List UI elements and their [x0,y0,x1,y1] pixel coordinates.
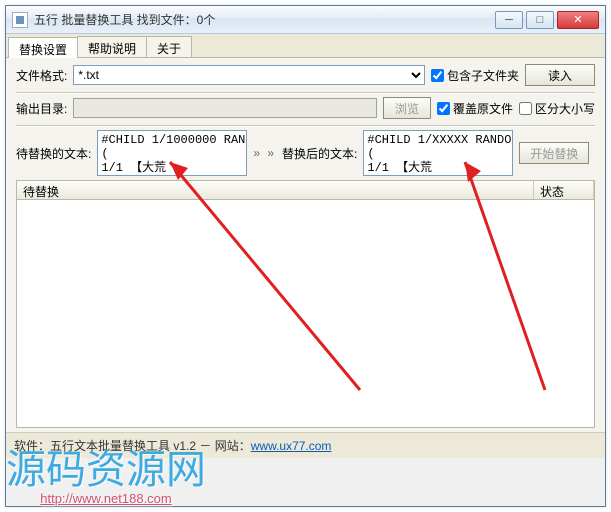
include-subfolders-label: 包含子文件夹 [447,67,519,84]
include-subfolders-input[interactable] [431,69,444,82]
output-dir-label: 输出目录: [16,100,67,117]
file-format-row: 文件格式: *.txt 包含子文件夹 读入 [16,64,595,86]
before-textarea[interactable]: #CHILD 1/1000000 RANDOM ( 1/1 【大荒 [97,130,247,176]
status-site-link[interactable]: www.ux77.com [251,439,332,453]
list-header: 待替换 状态 [16,180,595,200]
output-dir-row: 输出目录: 浏览 覆盖原文件 区分大小写 [16,97,595,119]
col-pending[interactable]: 待替换 [17,181,534,199]
minimize-button[interactable]: ─ [495,11,523,29]
status-soft-name: 五行文本批量替换工具 v1.2 [50,439,196,453]
overwrite-input[interactable] [437,102,450,115]
col-status[interactable]: 状态 [534,181,594,199]
status-sep: － [196,439,215,453]
case-sensitive-label: 区分大小写 [535,100,595,117]
read-button[interactable]: 读入 [525,64,595,86]
window-controls: ─ □ ✕ [495,11,599,29]
list-container: 待替换 状态 [6,180,605,432]
close-button[interactable]: ✕ [557,11,599,29]
application-window: 五行 批量替换工具 找到文件：0个 ─ □ ✕ 替换设置 帮助说明 关于 文件格… [5,5,606,507]
titlebar[interactable]: 五行 批量替换工具 找到文件：0个 ─ □ ✕ [6,6,605,34]
tab-replace-settings[interactable]: 替换设置 [8,37,78,58]
window-title: 五行 批量替换工具 找到文件：0个 [34,11,495,28]
list-body[interactable] [16,200,595,428]
start-replace-button[interactable]: 开始替换 [519,142,589,164]
file-format-label: 文件格式: [16,67,67,84]
status-soft-label: 软件： [14,439,50,453]
arrow-icon: » » [253,146,276,160]
before-label: 待替换的文本: [16,145,91,162]
maximize-button[interactable]: □ [526,11,554,29]
tab-about[interactable]: 关于 [146,36,192,57]
file-format-select[interactable]: *.txt [73,65,425,85]
status-bar: 软件：五行文本批量替换工具 v1.2 － 网站：www.ux77.com [6,432,605,458]
replace-row: 待替换的文本: #CHILD 1/1000000 RANDOM ( 1/1 【大… [16,130,595,176]
app-icon [12,12,28,28]
client-area: 文件格式: *.txt 包含子文件夹 读入 输出目录: 浏览 覆盖原文件 区分大… [6,58,605,180]
overwrite-checkbox[interactable]: 覆盖原文件 [437,100,513,117]
include-subfolders-checkbox[interactable]: 包含子文件夹 [431,67,519,84]
tab-help[interactable]: 帮助说明 [77,36,147,57]
after-textarea[interactable]: #CHILD 1/XXXXX RANDOM ( 1/1 【大荒 [363,130,513,176]
tab-bar: 替换设置 帮助说明 关于 [6,34,605,58]
status-site-label: 网站： [215,439,251,453]
case-sensitive-checkbox[interactable]: 区分大小写 [519,100,595,117]
divider [16,92,595,93]
output-dir-input[interactable] [73,98,377,118]
after-label: 替换后的文本: [282,145,357,162]
case-sensitive-input[interactable] [519,102,532,115]
browse-button[interactable]: 浏览 [383,97,431,119]
divider [16,125,595,126]
overwrite-label: 覆盖原文件 [453,100,513,117]
